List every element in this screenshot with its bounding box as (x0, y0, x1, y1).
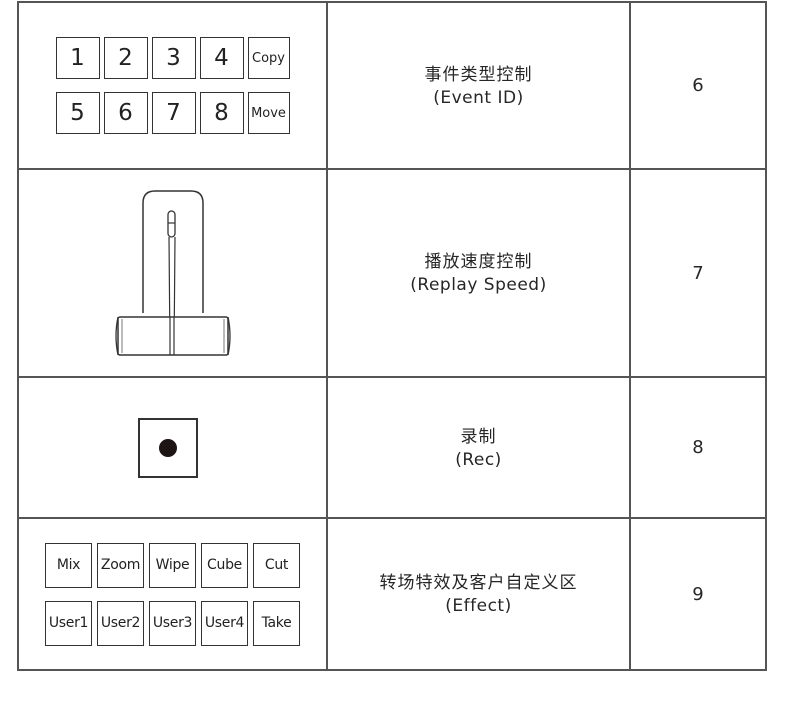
event-id-keypad: 1 2 3 4 Copy 5 6 7 8 Move (55, 37, 290, 134)
key-move: Move (247, 92, 290, 134)
t-bar-lever-icon (114, 190, 231, 356)
key-5: 5 (55, 92, 100, 134)
item-number: 8 (692, 437, 704, 458)
number-cell: 7 (629, 168, 767, 378)
description-cell: 转场特效及客户自定义区 (Effect) (326, 517, 631, 671)
description-zh: 录制 (460, 426, 497, 447)
key-user4: User4 (201, 600, 248, 646)
description-zh: 事件类型控制 (424, 64, 533, 85)
key-3: 3 (151, 37, 196, 79)
illustration-cell (17, 168, 328, 378)
key-8: 8 (199, 92, 244, 134)
key-user3: User3 (149, 600, 196, 646)
key-mix: Mix (45, 542, 92, 588)
table-row-event-id: 1 2 3 4 Copy 5 6 7 8 Move 事件类型控制 (Event … (17, 1, 767, 170)
key-take: Take (253, 600, 300, 646)
illustration-cell (17, 376, 328, 519)
t-bar-lever (98, 183, 248, 363)
illustration-cell: 1 2 3 4 Copy 5 6 7 8 Move (17, 1, 328, 170)
record-dot-icon (158, 438, 177, 457)
description-en: (Effect) (445, 596, 512, 616)
item-number: 6 (692, 75, 704, 96)
key-1: 1 (55, 37, 100, 79)
table-row-rec: 录制 (Rec) 8 (17, 376, 767, 519)
description-cell: 事件类型控制 (Event ID) (326, 1, 631, 170)
key-user2: User2 (97, 600, 144, 646)
number-cell: 8 (629, 376, 767, 519)
key-cube: Cube (201, 542, 248, 588)
key-6: 6 (103, 92, 148, 134)
table-row-replay-speed: 播放速度控制 (Replay Speed) 7 (17, 168, 767, 378)
description-cell: 录制 (Rec) (326, 376, 631, 519)
number-cell: 9 (629, 517, 767, 671)
table-row-effect: Mix Zoom Wipe Cube Cut User1 User2 User3… (17, 517, 767, 671)
illustration-cell: Mix Zoom Wipe Cube Cut User1 User2 User3… (17, 517, 328, 671)
description-cell: 播放速度控制 (Replay Speed) (326, 168, 631, 378)
key-copy: Copy (247, 37, 290, 79)
description-zh: 播放速度控制 (424, 252, 533, 272)
key-wipe: Wipe (149, 542, 196, 588)
record-button (137, 417, 198, 478)
key-2: 2 (103, 37, 148, 79)
spec-table: 1 2 3 4 Copy 5 6 7 8 Move 事件类型控制 (Event … (17, 1, 767, 671)
description-en: (Event ID) (433, 87, 524, 108)
number-cell: 6 (629, 1, 767, 170)
key-7: 7 (151, 92, 196, 134)
description-zh: 转场特效及客户自定义区 (379, 573, 578, 593)
item-number: 9 (692, 583, 704, 605)
effect-keypad: Mix Zoom Wipe Cube Cut User1 User2 User3… (45, 542, 300, 646)
description-en: (Replay Speed) (410, 275, 547, 295)
key-user1: User1 (45, 600, 92, 646)
item-number: 7 (692, 262, 704, 284)
key-4: 4 (199, 37, 244, 79)
description-en: (Rec) (455, 449, 502, 470)
key-cut: Cut (253, 542, 300, 588)
key-zoom: Zoom (97, 542, 144, 588)
